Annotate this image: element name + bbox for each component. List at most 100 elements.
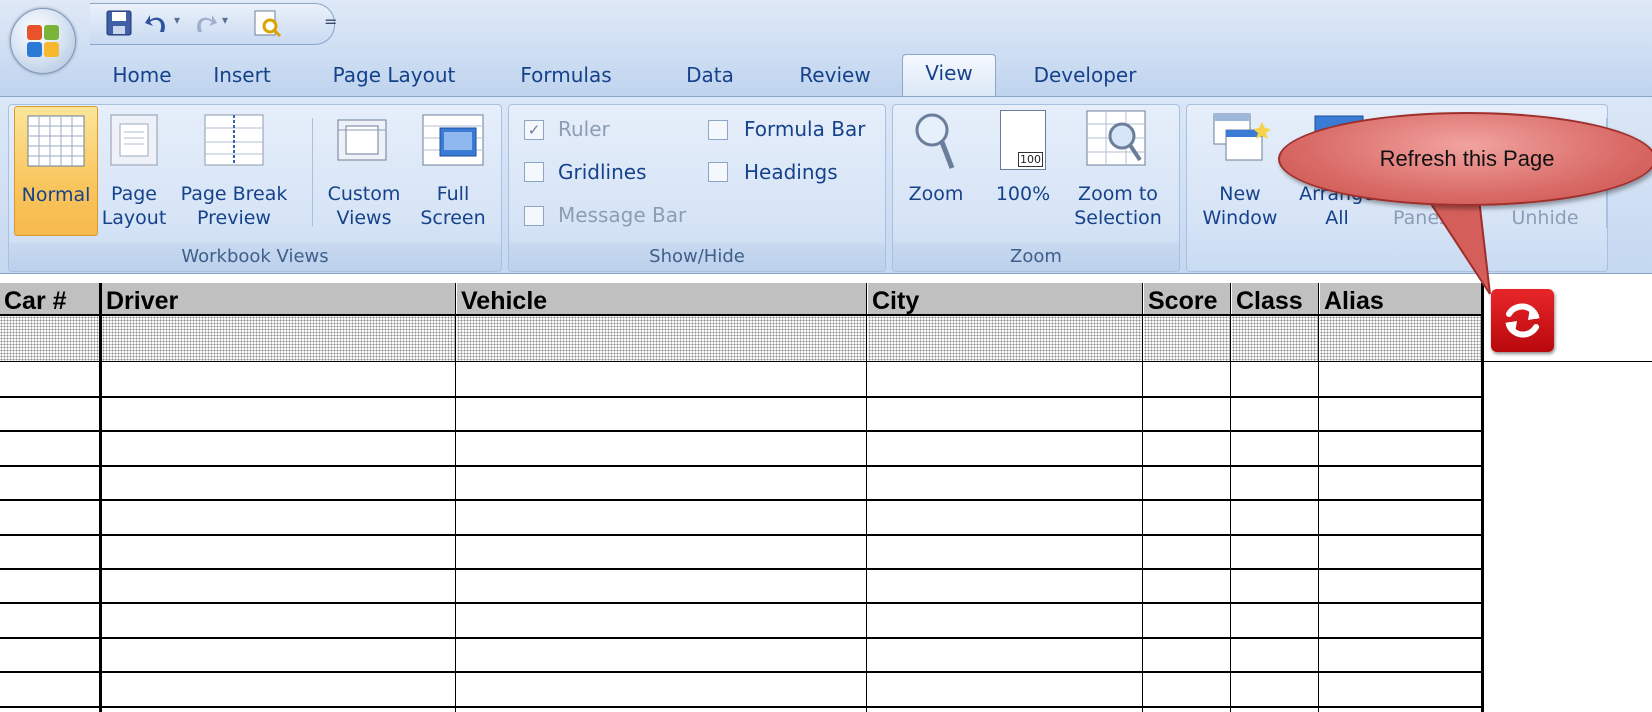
tab-page-layout[interactable]: Page Layout [318, 62, 470, 96]
table-row-border [0, 568, 1482, 570]
grid-vertical-line [866, 283, 867, 712]
table-row-border [0, 430, 1482, 432]
group-label-zoom: Zoom [893, 243, 1179, 271]
page-break-preview-button[interactable]: Page Break Preview [174, 106, 294, 238]
gridlines-checkbox[interactable] [524, 162, 544, 182]
column-header-driver[interactable]: Driver [102, 283, 455, 315]
redo-dropdown-icon[interactable]: ▾ [222, 13, 228, 27]
grid-vertical-line [1481, 283, 1484, 712]
formula-bar-label: Formula Bar [744, 117, 866, 141]
zoom-button[interactable]: Zoom [900, 108, 972, 236]
table-row-border [0, 465, 1482, 467]
page-break-label-2: Preview [197, 207, 271, 229]
custom-views-button[interactable]: Custom Views [320, 106, 408, 238]
ruler-label: Ruler [558, 117, 610, 141]
page-break-preview-icon [204, 114, 264, 166]
zoom-to-selection-label-1: Zoom to [1078, 183, 1158, 205]
normal-view-icon [27, 115, 85, 167]
new-window-button[interactable]: New Window [1192, 108, 1288, 236]
column-header-vehicle[interactable]: Vehicle [457, 283, 866, 315]
normal-view-label: Normal [21, 184, 91, 206]
grid-vertical-line [1142, 283, 1143, 712]
message-bar-checkbox[interactable] [524, 206, 544, 226]
unhide-label: Unhide [1511, 207, 1579, 229]
undo-dropdown-icon[interactable]: ▾ [174, 13, 180, 27]
grid-vertical-line [1318, 283, 1319, 712]
message-bar-label: Message Bar [558, 203, 687, 227]
input-row-bottom-border [0, 361, 1652, 362]
tab-home[interactable]: Home [104, 62, 180, 96]
refresh-callout: Refresh this Page [1278, 112, 1652, 206]
page-layout-label-1: Page [111, 183, 157, 205]
input-cell-score[interactable] [1144, 316, 1230, 361]
magnifier-icon [915, 113, 955, 169]
group-label-show-hide: Show/Hide [509, 243, 885, 271]
page-layout-view-button[interactable]: Page Layout [100, 106, 168, 238]
headings-checkbox[interactable] [708, 162, 728, 182]
tab-view[interactable]: View [902, 54, 996, 97]
save-icon[interactable] [104, 8, 134, 38]
input-cell-class[interactable] [1232, 316, 1318, 361]
tab-data[interactable]: Data [672, 62, 748, 96]
new-window-icon [1213, 113, 1271, 161]
callout-pointer [1420, 190, 1491, 295]
header-bottom-border [0, 314, 1482, 316]
table-row-border [0, 671, 1482, 673]
page-layout-icon [110, 114, 158, 166]
table-row-border [0, 706, 1482, 708]
redo-icon[interactable] [190, 8, 220, 38]
arrange-all-label-2: All [1325, 207, 1349, 229]
headings-label: Headings [744, 160, 838, 184]
column-header-car-number[interactable]: Car # [0, 283, 100, 315]
zoom-to-selection-button[interactable]: Zoom to Selection [1066, 108, 1170, 236]
tab-insert[interactable]: Insert [196, 62, 288, 96]
input-cell-city[interactable] [868, 316, 1142, 361]
undo-icon[interactable] [142, 8, 172, 38]
tab-developer[interactable]: Developer [1020, 62, 1150, 96]
group-label-workbook-views: Workbook Views [9, 243, 501, 271]
customize-qat-icon[interactable]: = [324, 12, 337, 31]
input-cell-vehicle[interactable] [457, 316, 866, 361]
page-break-label-1: Page Break [180, 183, 288, 205]
office-logo-icon [27, 25, 59, 57]
page-100-icon-text: 100 [1018, 152, 1043, 167]
grid-vertical-line [99, 283, 102, 712]
formula-bar-checkbox[interactable] [708, 120, 728, 140]
table-row-border [0, 534, 1482, 536]
custom-views-label-1: Custom [327, 183, 401, 205]
full-screen-label-1: Full [436, 183, 470, 205]
tab-review[interactable]: Review [786, 62, 884, 96]
full-screen-label-2: Screen [420, 207, 486, 229]
table-row-border [0, 396, 1482, 398]
zoom-to-selection-label-2: Selection [1074, 207, 1162, 229]
custom-views-icon [337, 119, 387, 161]
custom-views-label-2: Views [336, 207, 392, 229]
zoom-100-button[interactable]: 100 100% [990, 108, 1056, 236]
table-row-border [0, 499, 1482, 501]
full-screen-icon [422, 114, 484, 166]
zoom-to-selection-icon [1086, 110, 1146, 166]
office-button[interactable] [10, 8, 76, 74]
tab-formulas[interactable]: Formulas [508, 62, 624, 96]
refresh-icon [1505, 303, 1540, 338]
input-cell-alias[interactable] [1320, 316, 1482, 361]
input-cell-driver[interactable] [102, 316, 455, 361]
grid-vertical-line [1230, 283, 1231, 712]
input-cell-car-number[interactable] [0, 316, 100, 361]
zoom-100-label: 100% [995, 183, 1051, 205]
zoom-label: Zoom [908, 183, 964, 205]
print-preview-icon[interactable] [252, 8, 282, 38]
column-header-city[interactable]: City [868, 283, 1142, 315]
table-row-border [0, 637, 1482, 639]
column-header-class[interactable]: Class [1232, 283, 1318, 315]
new-window-label-1: New [1219, 183, 1261, 205]
column-header-score[interactable]: Score [1144, 283, 1230, 315]
gridlines-label: Gridlines [558, 160, 647, 184]
normal-view-button[interactable]: Normal [14, 106, 98, 236]
full-screen-button[interactable]: Full Screen [414, 106, 492, 238]
callout-text: Refresh this Page [1379, 146, 1555, 171]
page-layout-label-2: Layout [101, 207, 167, 229]
ruler-checkbox[interactable]: ✓ [524, 120, 544, 140]
new-window-label-2: Window [1202, 207, 1278, 229]
page-100-icon: 100 [1000, 110, 1046, 170]
